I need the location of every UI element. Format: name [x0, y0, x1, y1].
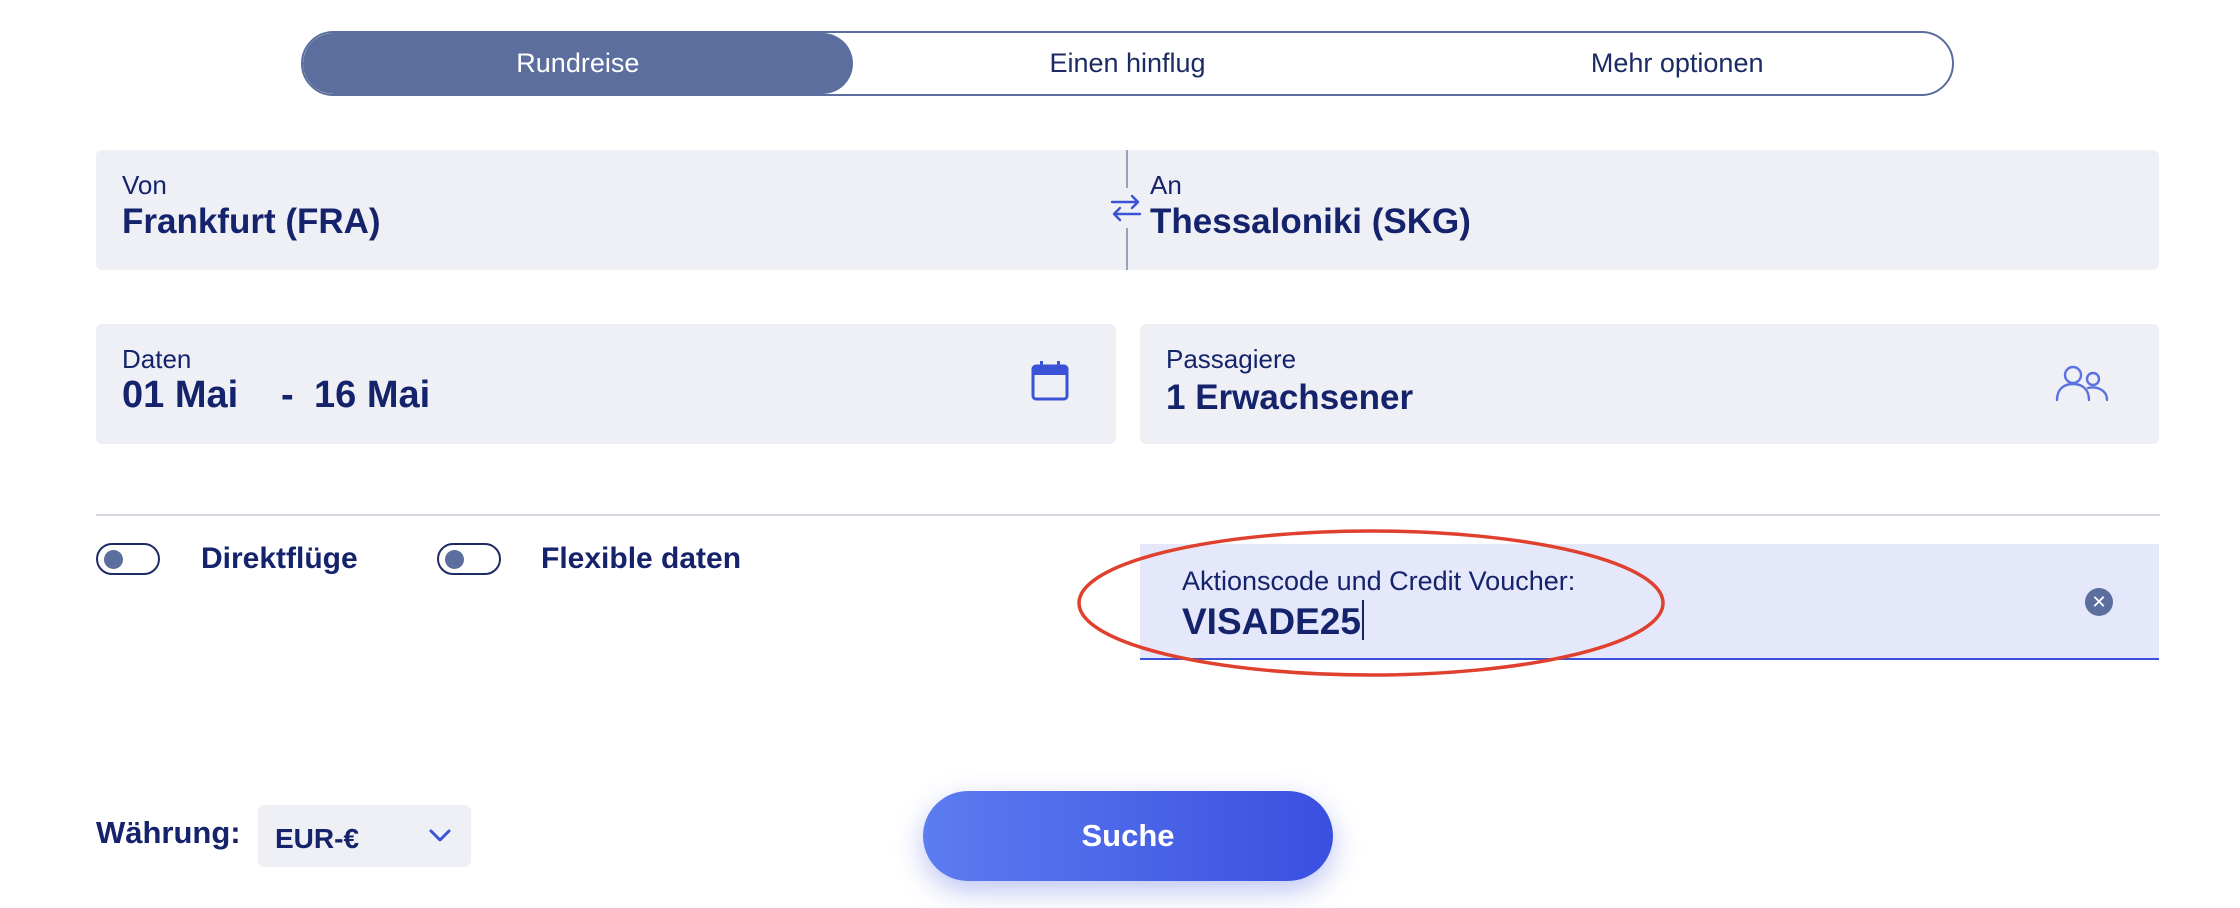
promo-code-value: VISADE25 — [1182, 601, 1361, 642]
promo-code-field[interactable]: Aktionscode und Credit Voucher: VISADE25… — [1140, 544, 2159, 660]
calendar-icon — [1030, 360, 1070, 402]
direct-flights-label: Direktflüge — [201, 542, 358, 575]
passengers-field[interactable]: Passagiere 1 Erwachsener — [1140, 324, 2159, 444]
currency-label: Währung: — [96, 815, 241, 850]
trip-type-tabs: Rundreise Einen hinflug Mehr optionen — [301, 31, 1954, 96]
date-field[interactable]: Daten 01 Mai - 16 Mai — [96, 324, 1116, 444]
direct-flights-toggle[interactable] — [96, 543, 160, 575]
from-field[interactable]: Von Frankfurt (FRA) — [96, 150, 1126, 270]
from-value: Frankfurt (FRA) — [122, 202, 381, 241]
tab-round-trip[interactable]: Rundreise — [303, 33, 853, 94]
date-start: 01 Mai — [122, 374, 239, 416]
chevron-down-icon — [427, 823, 453, 849]
to-value: Thessaloniki (SKG) — [1150, 202, 1471, 241]
flexible-dates-toggle[interactable] — [437, 543, 501, 575]
tab-more-options[interactable]: Mehr optionen — [1402, 33, 1952, 94]
passengers-label: Passagiere — [1166, 344, 1297, 374]
passengers-value: 1 Erwachsener — [1166, 378, 1414, 417]
tab-one-way[interactable]: Einen hinflug — [853, 33, 1403, 94]
dates-label: Daten — [122, 344, 192, 374]
to-label: An — [1150, 170, 1182, 200]
route-field: Von Frankfurt (FRA) An Thessaloniki (SKG… — [96, 150, 2159, 270]
to-field[interactable]: An Thessaloniki (SKG) — [1128, 150, 2159, 270]
date-separator: - — [281, 374, 294, 416]
currency-select[interactable]: EUR-€ — [258, 805, 471, 867]
toggle-knob — [104, 550, 123, 569]
flexible-dates-label: Flexible daten — [541, 542, 742, 575]
promo-code-label: Aktionscode und Credit Voucher: — [1182, 566, 1576, 596]
section-divider — [96, 514, 2160, 516]
people-icon — [2055, 364, 2109, 404]
clear-icon[interactable]: ✕ — [2085, 588, 2113, 616]
search-button[interactable]: Suche — [923, 791, 1333, 881]
toggle-knob — [445, 550, 464, 569]
currency-value: EUR-€ — [275, 823, 360, 854]
date-end: 16 Mai — [314, 374, 431, 416]
promo-code-input[interactable]: VISADE25 — [1182, 600, 1364, 643]
from-label: Von — [122, 170, 167, 200]
text-caret — [1361, 600, 1364, 640]
